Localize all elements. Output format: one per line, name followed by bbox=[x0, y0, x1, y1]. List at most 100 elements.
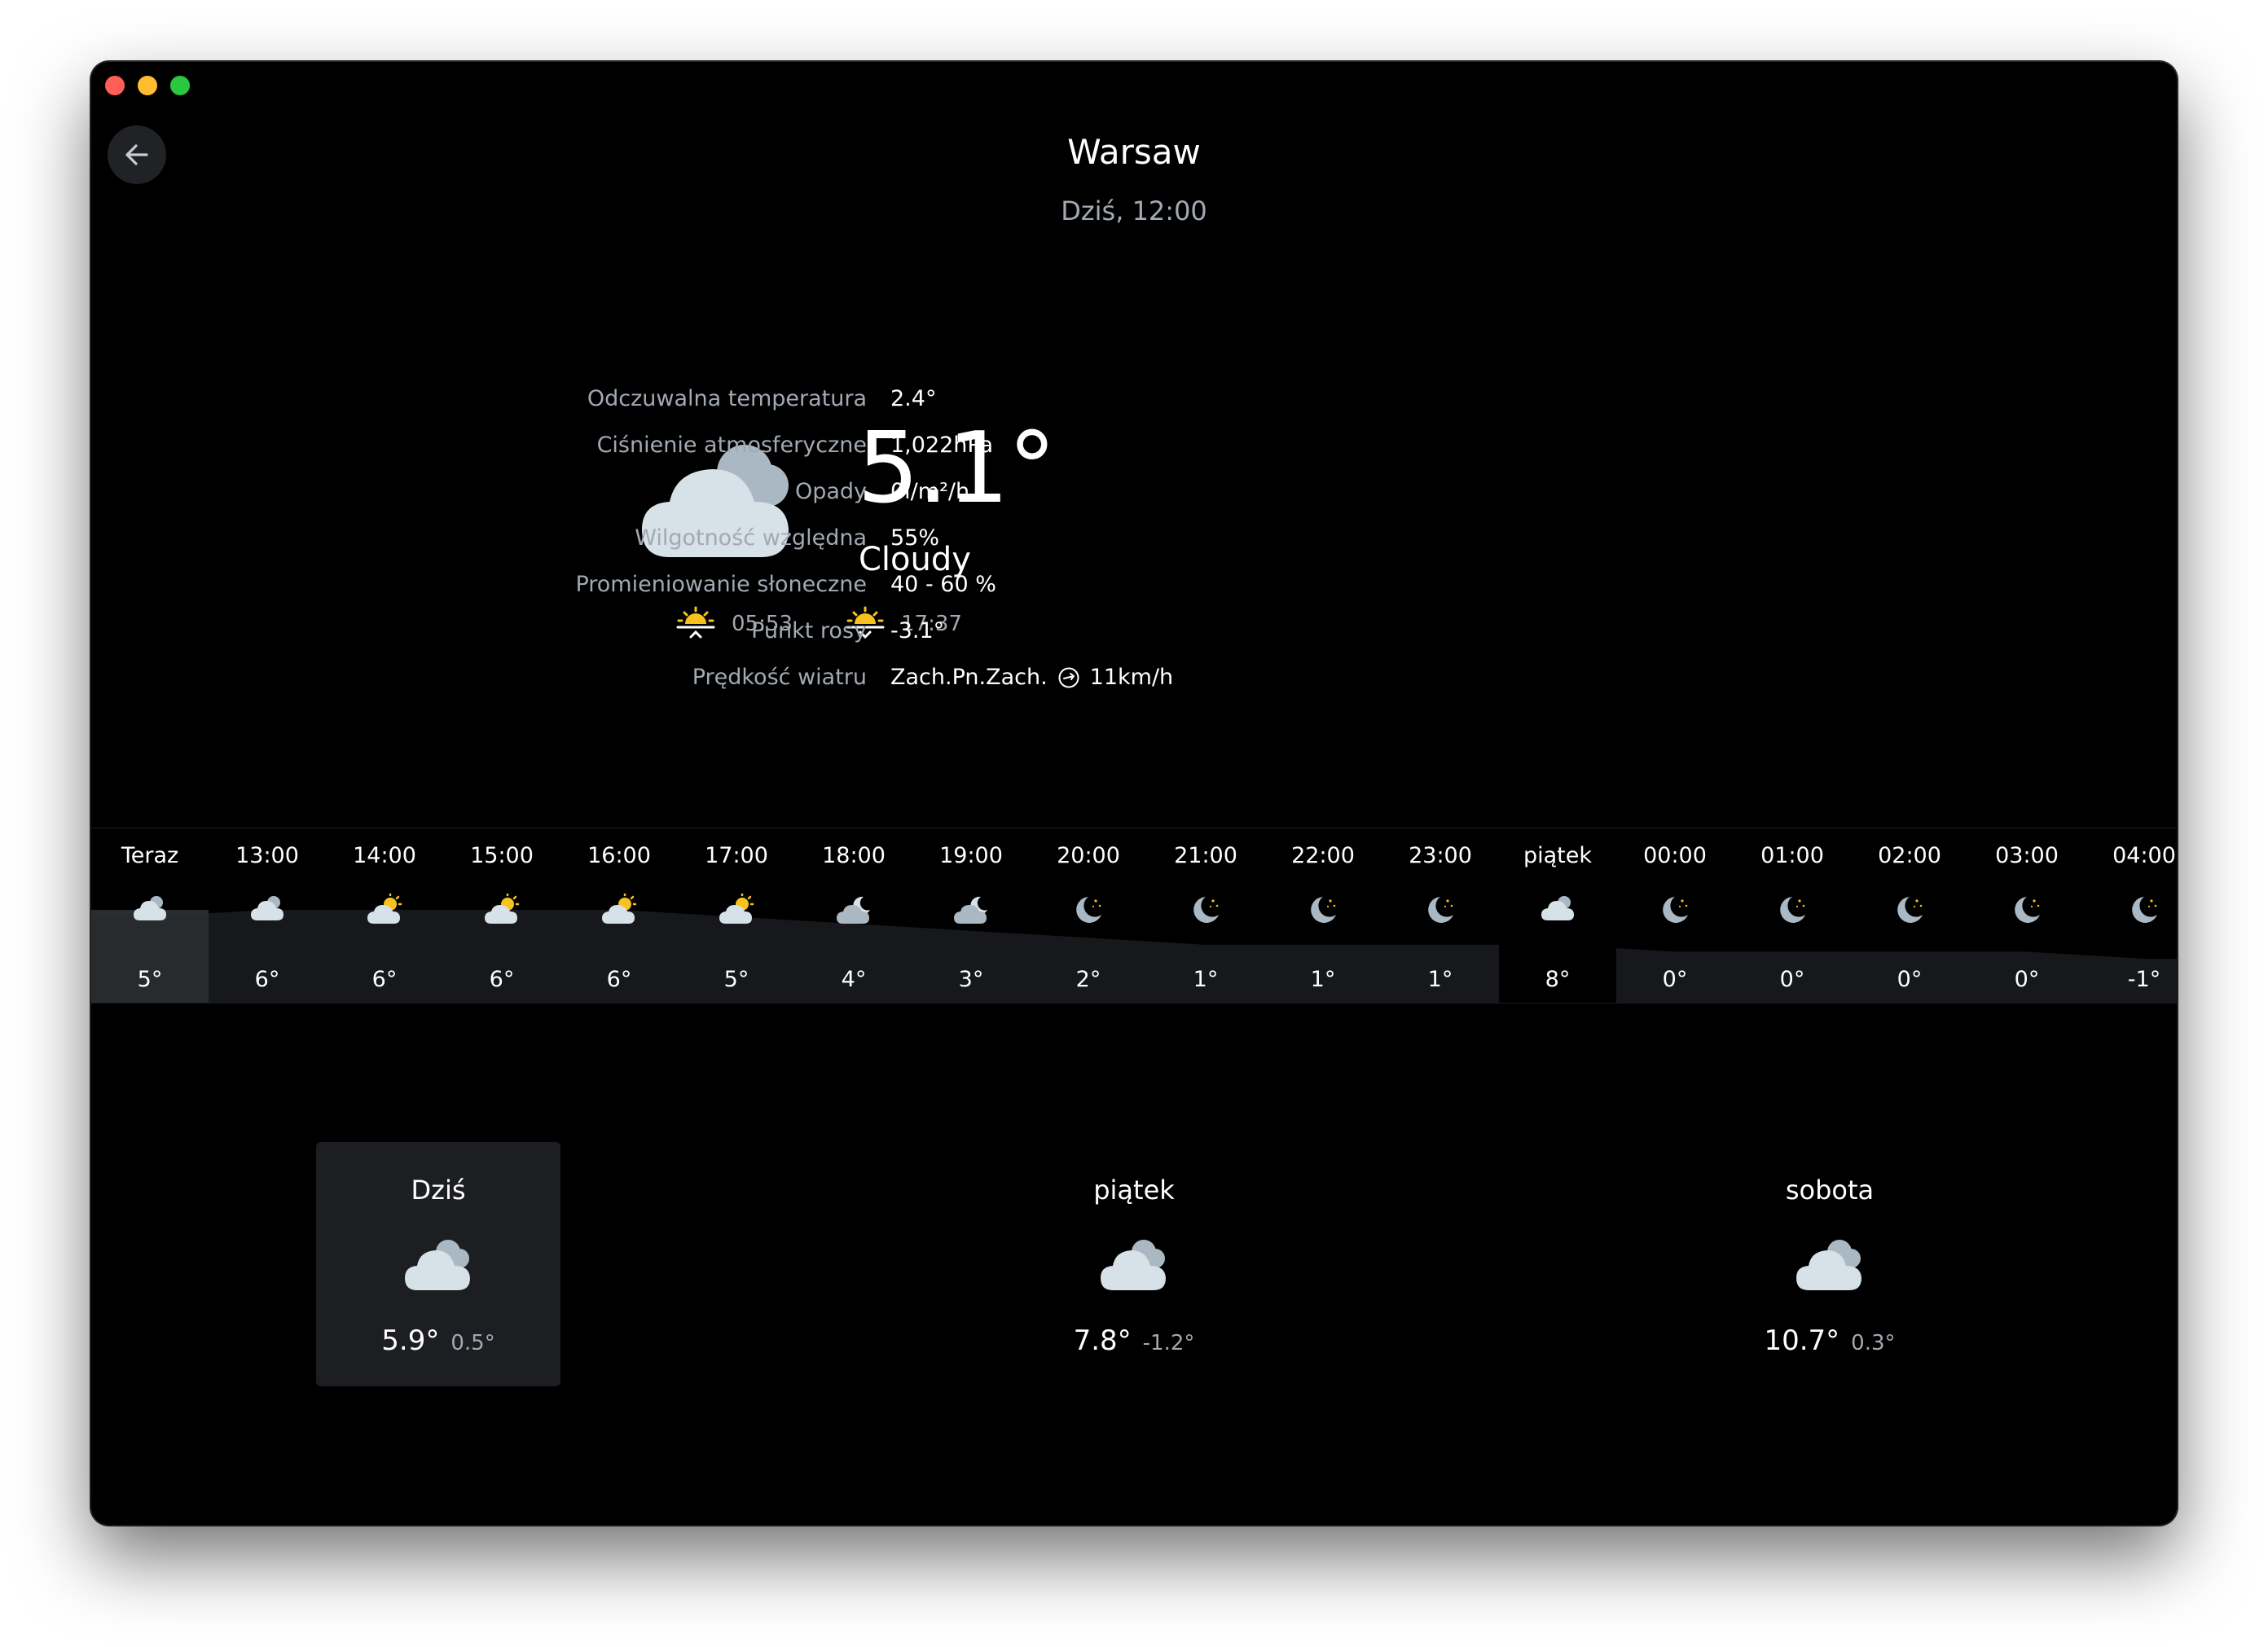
hour-label: 23:00 bbox=[1409, 843, 1472, 868]
hourly-item[interactable]: 04:00 -1° bbox=[2086, 828, 2177, 1003]
hour-temperature: 0° bbox=[2014, 967, 2040, 992]
detail-label: Promieniowanie słoneczne bbox=[575, 572, 867, 597]
hourly-item[interactable]: 20:00 2° bbox=[1030, 828, 1147, 1003]
detail-value: 0l/m²/h bbox=[890, 479, 970, 504]
sun-cloud-icon bbox=[484, 892, 521, 928]
hour-temperature: 3° bbox=[958, 967, 984, 992]
wind-speed: 11km/h bbox=[1089, 665, 1174, 690]
hour-label: 21:00 bbox=[1174, 843, 1237, 868]
hour-temperature: 1° bbox=[1310, 967, 1336, 992]
hourly-item[interactable]: 16:00 6° bbox=[560, 828, 678, 1003]
hour-label: 04:00 bbox=[2112, 843, 2176, 868]
moon-icon bbox=[1188, 894, 1224, 929]
moon-icon bbox=[2126, 894, 2162, 929]
wind-direction: Zach.Pn.Zach. bbox=[890, 665, 1048, 690]
hourly-item[interactable]: Teraz 5° bbox=[91, 828, 209, 1003]
day-max-temperature: 5.9° bbox=[381, 1324, 440, 1357]
hour-temperature: 1° bbox=[1427, 967, 1453, 992]
wind-direction-icon bbox=[1058, 667, 1079, 687]
moon-icon bbox=[1422, 894, 1458, 929]
hour-label: 14:00 bbox=[353, 843, 416, 868]
daily-item[interactable]: Dziś 5.9° 0.5° bbox=[316, 1142, 560, 1386]
day-max-temperature: 7.8° bbox=[1073, 1324, 1132, 1357]
hour-label: 20:00 bbox=[1057, 843, 1120, 868]
detail-value: 2.4° bbox=[890, 386, 937, 411]
hourly-item[interactable]: 22:00 1° bbox=[1264, 828, 1382, 1003]
day-max-temperature: 10.7° bbox=[1764, 1324, 1840, 1357]
hour-label: 00:00 bbox=[1643, 843, 1707, 868]
window-close-button[interactable] bbox=[105, 76, 125, 95]
detail-label: Wilgotność względna bbox=[635, 525, 867, 551]
hourly-item[interactable]: 01:00 0° bbox=[1734, 828, 1851, 1003]
hourly-item[interactable]: 03:00 0° bbox=[1968, 828, 2086, 1003]
daily-item[interactable]: piątek 7.8° -1.2° bbox=[1012, 1142, 1256, 1386]
detail-label: Opady bbox=[794, 479, 867, 504]
hour-temperature: 5° bbox=[137, 967, 163, 992]
hour-label: 02:00 bbox=[1878, 843, 1941, 868]
sun-cloud-icon bbox=[367, 892, 404, 928]
hour-temperature: 2° bbox=[1075, 967, 1101, 992]
hourly-forecast[interactable]: Teraz 5° 13:00 6° 14:00 6° 15:00 6° 16:00 6° 17:00… bbox=[91, 828, 2177, 1004]
cloudy-icon bbox=[402, 1236, 476, 1294]
hour-temperature: -1° bbox=[2127, 967, 2161, 992]
day-label: piątek bbox=[1093, 1175, 1175, 1206]
window-maximize-button[interactable] bbox=[170, 76, 190, 95]
cloud-icon bbox=[132, 894, 169, 925]
detail-row-dew-point: Punkt rosy -3.1° bbox=[91, 607, 2177, 653]
moon-icon bbox=[1657, 894, 1693, 929]
day-label: Dziś bbox=[411, 1175, 466, 1206]
sun-cloud-icon bbox=[601, 892, 639, 928]
daily-item[interactable]: sobota 10.7° 0.3° bbox=[1708, 1142, 1952, 1386]
moon-icon bbox=[1892, 894, 1927, 929]
detail-value: 1,022hPa bbox=[890, 433, 994, 458]
hourly-item[interactable]: 14:00 6° bbox=[326, 828, 443, 1003]
moon-icon bbox=[1774, 894, 1810, 929]
hour-label: 18:00 bbox=[822, 843, 886, 868]
hour-label: 01:00 bbox=[1760, 843, 1824, 868]
hourly-item[interactable]: 23:00 1° bbox=[1382, 828, 1499, 1003]
detail-row-solar-radiation: Promieniowanie słoneczne 40 - 60 % bbox=[91, 560, 2177, 607]
hourly-item[interactable]: 18:00 4° bbox=[795, 828, 912, 1003]
hourly-item[interactable]: piątek 8° bbox=[1499, 828, 1616, 1003]
hour-label: 17:00 bbox=[705, 843, 768, 868]
hour-label: piątek bbox=[1523, 843, 1593, 868]
hourly-item[interactable]: 21:00 1° bbox=[1147, 828, 1264, 1003]
hourly-item[interactable]: 19:00 3° bbox=[912, 828, 1030, 1003]
hour-temperature: 0° bbox=[1897, 967, 1923, 992]
detail-label: Ciśnienie atmosferyczne bbox=[596, 433, 867, 458]
cloud-icon bbox=[1540, 894, 1577, 925]
moon-cloud-icon bbox=[836, 894, 873, 928]
cloud-icon bbox=[249, 894, 287, 925]
hourly-item[interactable]: 17:00 5° bbox=[678, 828, 795, 1003]
day-min-temperature: 0.3° bbox=[1851, 1331, 1896, 1355]
detail-label: Odczuwalna temperatura bbox=[587, 386, 867, 411]
hour-temperature: 4° bbox=[841, 967, 867, 992]
moon-icon bbox=[2009, 894, 2045, 929]
hour-label: 16:00 bbox=[587, 843, 651, 868]
hourly-item[interactable]: 02:00 0° bbox=[1851, 828, 1968, 1003]
hourly-item[interactable]: 15:00 6° bbox=[443, 828, 560, 1003]
window-minimize-button[interactable] bbox=[138, 76, 157, 95]
detail-label: Prędkość wiatru bbox=[692, 665, 867, 690]
hourly-item[interactable]: 00:00 0° bbox=[1616, 828, 1734, 1003]
detail-row-pressure: Ciśnienie atmosferyczne 1,022hPa bbox=[91, 421, 2177, 468]
hour-temperature: 6° bbox=[489, 967, 515, 992]
hour-temperature: 6° bbox=[371, 967, 398, 992]
hour-temperature: 1° bbox=[1193, 967, 1219, 992]
hour-temperature: 0° bbox=[1779, 967, 1805, 992]
hour-temperature: 8° bbox=[1545, 967, 1571, 992]
detail-value: 40 - 60 % bbox=[890, 572, 996, 597]
moon-icon bbox=[1070, 894, 1106, 929]
hour-temperature: 5° bbox=[723, 967, 749, 992]
day-min-temperature: 0.5° bbox=[451, 1331, 495, 1355]
day-min-temperature: -1.2° bbox=[1142, 1331, 1195, 1355]
cloudy-icon bbox=[1098, 1236, 1171, 1294]
hour-label: 22:00 bbox=[1291, 843, 1355, 868]
moon-cloud-icon bbox=[953, 894, 991, 928]
hour-temperature: 0° bbox=[1662, 967, 1688, 992]
hourly-item[interactable]: 13:00 6° bbox=[209, 828, 326, 1003]
hour-temperature: 6° bbox=[606, 967, 632, 992]
sun-cloud-icon bbox=[719, 892, 756, 928]
detail-row-humidity: Wilgotność względna 55% bbox=[91, 514, 2177, 560]
moon-icon bbox=[1305, 894, 1341, 929]
